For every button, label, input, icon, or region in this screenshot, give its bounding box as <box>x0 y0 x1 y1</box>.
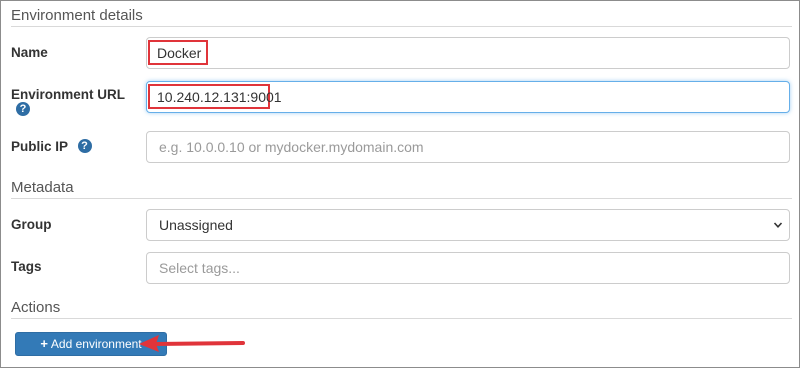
group-selected-value: Unassigned <box>159 217 233 233</box>
name-value: Docker <box>157 45 202 61</box>
help-icon[interactable]: ? <box>16 102 30 116</box>
arrow-annotation-icon <box>139 335 245 352</box>
environment-url-label: Environment URL <box>11 87 126 102</box>
plus-icon: + <box>40 336 48 351</box>
section-title-metadata: Metadata <box>11 179 74 196</box>
tags-placeholder: Select tags... <box>159 260 240 276</box>
section-divider <box>11 198 792 199</box>
public-ip-label: Public IP ? <box>11 139 92 154</box>
name-label: Name <box>11 45 48 60</box>
form-panel: Environment details Name Docker Environm… <box>0 0 800 368</box>
chevron-down-icon <box>773 222 783 228</box>
public-ip-placeholder: e.g. 10.0.0.10 or mydocker.mydomain.com <box>159 139 424 155</box>
add-environment-label: Add environment <box>50 337 142 351</box>
help-icon[interactable]: ? <box>77 139 92 154</box>
name-input[interactable] <box>146 37 790 69</box>
group-label: Group <box>11 217 52 232</box>
section-divider <box>11 26 792 27</box>
group-select[interactable]: Unassigned <box>146 209 790 241</box>
environment-url-value: 10.240.12.131:9001 <box>157 89 282 105</box>
public-ip-label-text: Public IP <box>11 139 68 154</box>
public-ip-input[interactable]: e.g. 10.0.0.10 or mydocker.mydomain.com <box>146 131 790 163</box>
tags-input[interactable]: Select tags... <box>146 252 790 284</box>
tags-label: Tags <box>11 259 42 274</box>
section-divider <box>11 318 792 319</box>
section-title-actions: Actions <box>11 299 61 316</box>
section-title-environment-details: Environment details <box>11 7 143 24</box>
